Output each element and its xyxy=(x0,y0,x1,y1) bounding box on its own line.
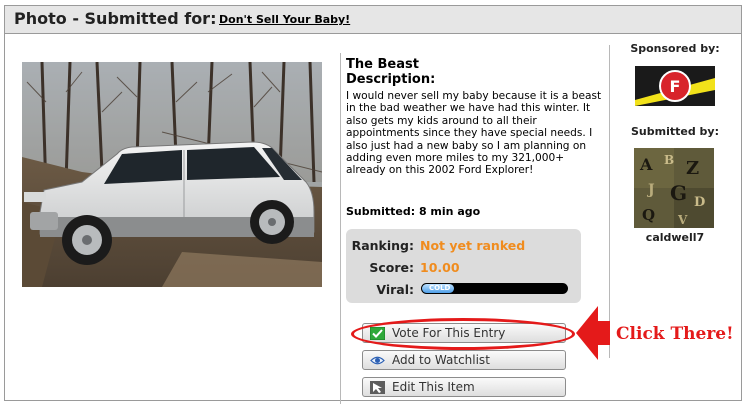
watchlist-button-label: Add to Watchlist xyxy=(392,353,490,367)
avatar[interactable]: A B Z J G D Q V xyxy=(634,148,714,228)
ranking-label: Ranking: xyxy=(351,238,414,253)
edit-item-button[interactable]: Edit This Item xyxy=(362,377,566,397)
viral-label: Viral: xyxy=(376,282,414,297)
click-there-annotation: Click There! xyxy=(616,324,734,344)
svg-text:Q: Q xyxy=(642,206,655,224)
viral-meter: COLD xyxy=(421,283,568,294)
column-divider xyxy=(340,53,341,404)
viral-meter-text: COLD xyxy=(429,284,451,292)
score-label: Score: xyxy=(369,260,414,275)
vote-button[interactable]: Vote For This Entry xyxy=(362,323,566,343)
svg-text:A: A xyxy=(639,155,653,174)
svg-text:J: J xyxy=(646,182,655,198)
contest-link[interactable]: Don't Sell Your Baby! xyxy=(219,13,350,26)
page-title: Photo - Submitted for: xyxy=(14,9,217,28)
svg-text:B: B xyxy=(664,153,674,167)
vote-button-label: Vote For This Entry xyxy=(392,326,506,340)
sponsor-logo-letter: F xyxy=(670,77,681,96)
svg-text:D: D xyxy=(694,195,705,210)
entry-photo[interactable] xyxy=(22,62,322,287)
score-value: 10.00 xyxy=(420,260,460,275)
checkmark-icon xyxy=(369,326,386,341)
submitted-time: Submitted: 8 min ago xyxy=(346,205,481,218)
cursor-arrow-icon xyxy=(370,381,385,394)
add-to-watchlist-button[interactable]: Add to Watchlist xyxy=(362,350,566,370)
edit-button-label: Edit This Item xyxy=(392,380,475,394)
username[interactable]: caldwell7 xyxy=(610,231,740,244)
ranking-value: Not yet ranked xyxy=(420,238,526,253)
entry-title: The Beast xyxy=(346,57,419,72)
sponsored-by-heading: Sponsored by: xyxy=(630,42,720,55)
page-header: Photo - Submitted for: Don't Sell Your B… xyxy=(4,5,742,34)
svg-text:Z: Z xyxy=(686,158,699,179)
svg-text:V: V xyxy=(677,213,688,227)
submitted-by-heading: Submitted by: xyxy=(631,125,719,138)
red-arrow-icon xyxy=(576,306,610,360)
description-heading: Description: xyxy=(346,72,436,87)
stats-box: Ranking: Not yet ranked Score: 10.00 Vir… xyxy=(346,229,581,303)
sponsor-logo[interactable]: F xyxy=(635,66,715,106)
description-text: I would never sell my baby because it is… xyxy=(346,90,602,177)
svg-text:G: G xyxy=(670,181,687,205)
eye-icon xyxy=(370,354,385,367)
